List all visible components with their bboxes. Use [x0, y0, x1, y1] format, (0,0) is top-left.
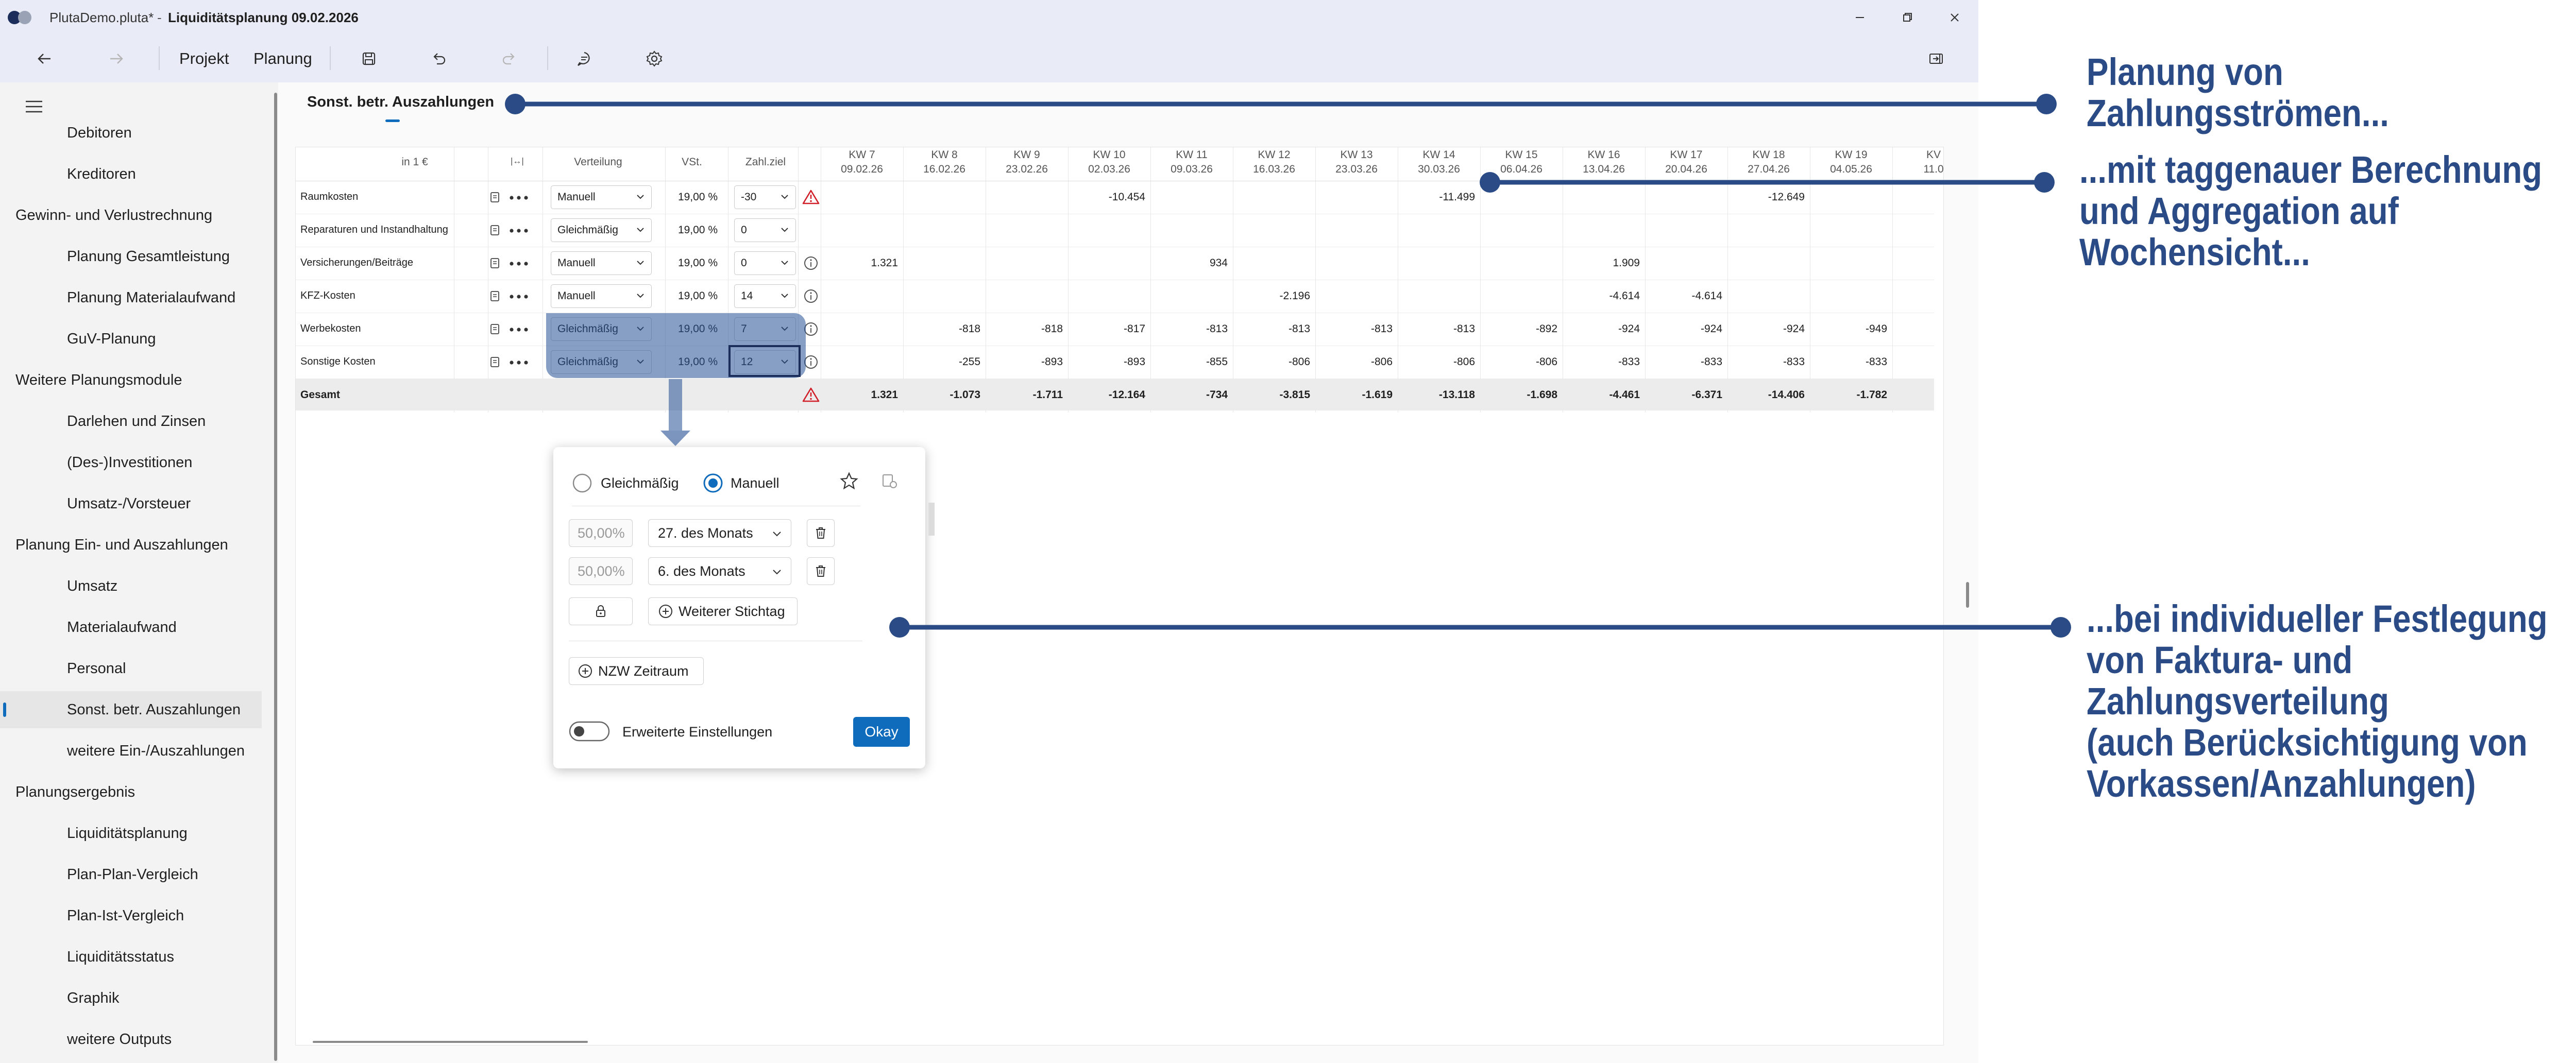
callout-line: Planung von [2087, 50, 2283, 93]
callout-text-1: Planung von Zahlungsströmen... [2087, 52, 2389, 134]
callout-line: (auch Berücksichtigung von [2087, 721, 2528, 764]
callout-line: ...bei individueller Festlegung [2087, 597, 2548, 640]
callout-line: und Aggregation auf [2079, 190, 2399, 232]
callout-dot [1480, 172, 1500, 193]
callout-line: Vorkassen/Anzahlungen) [2087, 762, 2476, 805]
callout-line: ...mit taggenauer Berechnung [2079, 148, 2543, 191]
callout-dot [2034, 172, 2055, 193]
arrow-shaft [669, 379, 682, 431]
callout-dot [2036, 94, 2057, 114]
arrow-head [660, 431, 690, 446]
callout-line: von Faktura- und [2087, 639, 2353, 681]
callout-line: Zahlungsströmen... [2087, 92, 2389, 134]
callout-dot [505, 94, 526, 114]
callout-dot [889, 617, 910, 638]
callout-text-3: ...bei individueller Festlegung von Fakt… [2087, 598, 2548, 804]
callout-line: Wochensicht... [2079, 231, 2310, 273]
callout-text-2: ...mit taggenauer Berechnung und Aggrega… [2079, 149, 2542, 273]
callout-line: Zahlungsverteilung [2087, 680, 2389, 723]
callout-dot [2050, 617, 2071, 638]
